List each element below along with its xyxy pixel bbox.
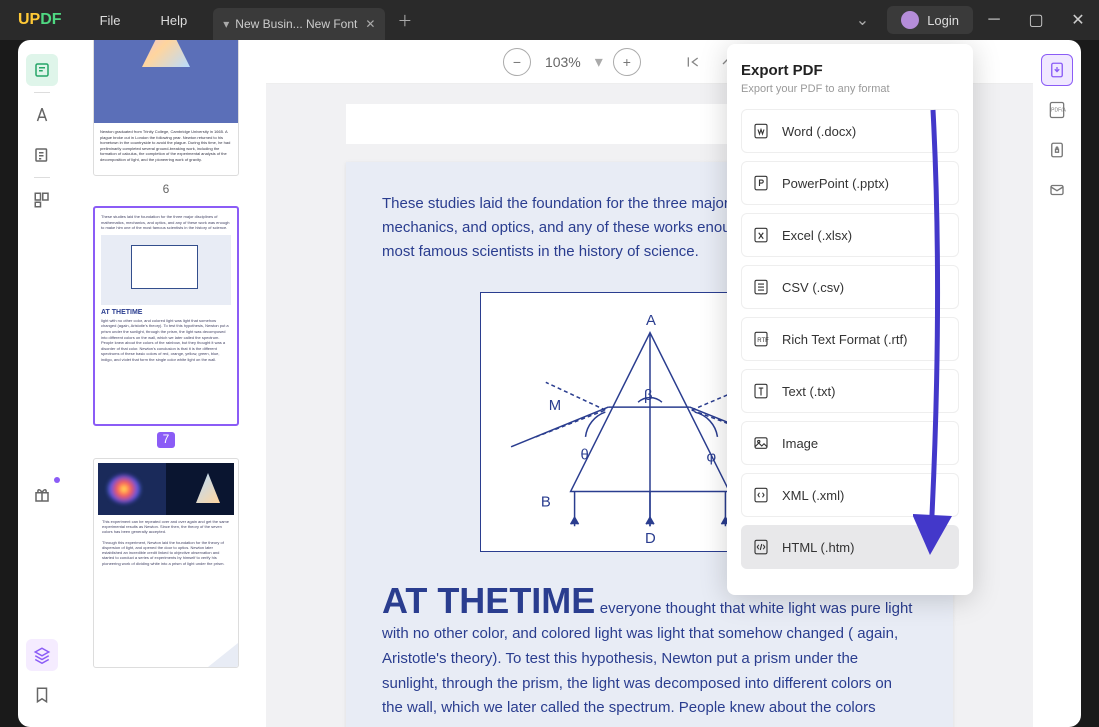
edit-tool[interactable]: [26, 139, 58, 171]
thumbnail-page-6[interactable]: Newton graduated from Trinity College, C…: [93, 40, 239, 196]
zoom-dropdown-icon[interactable]: ▾: [595, 52, 603, 72]
export-subtitle: Export your PDF to any format: [741, 83, 959, 95]
maximize-button[interactable]: ▢: [1015, 0, 1057, 40]
tab-title: New Busin... New Font: [235, 17, 357, 31]
export-text[interactable]: Text (.txt): [741, 369, 959, 413]
export-word[interactable]: Word (.docx): [741, 109, 959, 153]
html-icon: [752, 538, 770, 556]
menu-file[interactable]: File: [80, 13, 141, 28]
export-rtf[interactable]: RTF Rich Text Format (.rtf): [741, 317, 959, 361]
image-icon: [752, 434, 770, 452]
export-title: Export PDF: [741, 62, 959, 79]
zoom-out-button[interactable]: −: [503, 48, 531, 76]
titlebar-dropdown-icon[interactable]: ⌄: [838, 10, 887, 30]
export-image[interactable]: Image: [741, 421, 959, 465]
main-view: − 103% ▾ + 7 / 8 Thes: [266, 40, 1033, 727]
minimize-button[interactable]: ─: [973, 0, 1015, 40]
close-button[interactable]: ✕: [1057, 0, 1099, 40]
thumb-7-number: 7: [157, 432, 175, 448]
app-logo: UPDF: [0, 11, 80, 29]
titlebar: UPDF File Help ▾ New Busin... New Font ✕…: [0, 0, 1099, 40]
tab-close-icon[interactable]: ✕: [365, 17, 375, 31]
tab-doc-icon: ▾: [223, 17, 229, 31]
export-xml[interactable]: XML (.xml): [741, 473, 959, 517]
layers-button[interactable]: [26, 639, 58, 671]
svg-text:M: M: [548, 398, 560, 414]
export-html[interactable]: HTML (.htm): [741, 525, 959, 569]
protect-button[interactable]: [1041, 134, 1073, 166]
export-csv[interactable]: CSV (.csv): [741, 265, 959, 309]
zoom-in-button[interactable]: +: [613, 48, 641, 76]
share-button[interactable]: [1041, 174, 1073, 206]
login-label: Login: [927, 13, 959, 28]
reader-tool[interactable]: [26, 54, 58, 86]
svg-text:A: A: [646, 313, 656, 329]
svg-text:RTF: RTF: [757, 338, 769, 344]
export-panel: Export PDF Export your PDF to any format…: [727, 44, 973, 595]
menu-help[interactable]: Help: [141, 13, 208, 28]
new-tab-button[interactable]: ＋: [397, 10, 412, 31]
csv-icon: [752, 278, 770, 296]
gift-button[interactable]: [26, 479, 58, 511]
svg-text:φ: φ: [706, 450, 716, 466]
workspace: Newton graduated from Trinity College, C…: [18, 40, 1081, 727]
svg-text:PDF/A: PDF/A: [1051, 108, 1066, 114]
first-page-button[interactable]: [681, 50, 705, 74]
svg-text:D: D: [645, 531, 656, 547]
avatar-icon: [901, 11, 919, 29]
export-excel[interactable]: Excel (.xlsx): [741, 213, 959, 257]
svg-text:B: B: [540, 494, 550, 510]
svg-text:θ: θ: [580, 448, 588, 464]
document-tab[interactable]: ▾ New Busin... New Font ✕: [213, 8, 385, 40]
pdfa-button[interactable]: PDF/A: [1041, 94, 1073, 126]
excel-icon: [752, 226, 770, 244]
annotate-tool[interactable]: [26, 99, 58, 131]
right-toolbar: PDF/A: [1033, 40, 1081, 727]
login-button[interactable]: Login: [887, 6, 973, 34]
organize-tool[interactable]: [26, 184, 58, 216]
left-toolbar: [18, 40, 66, 727]
export-pdf-button[interactable]: [1041, 54, 1073, 86]
rtf-icon: RTF: [752, 330, 770, 348]
bookmark-button[interactable]: [26, 679, 58, 711]
xml-icon: [752, 486, 770, 504]
thumb-6-number: 6: [93, 182, 239, 196]
text-icon: [752, 382, 770, 400]
zoom-value: 103%: [541, 54, 585, 70]
thumbnail-page-7[interactable]: These studies laid the foundation for th…: [93, 206, 239, 448]
svg-text:β: β: [644, 388, 653, 404]
powerpoint-icon: [752, 174, 770, 192]
page-heading: AT THETIME: [382, 580, 595, 621]
thumbnail-page-8[interactable]: This experiment can be repeated over and…: [93, 458, 239, 668]
word-icon: [752, 122, 770, 140]
export-powerpoint[interactable]: PowerPoint (.pptx): [741, 161, 959, 205]
thumbnail-panel: Newton graduated from Trinity College, C…: [66, 40, 266, 727]
